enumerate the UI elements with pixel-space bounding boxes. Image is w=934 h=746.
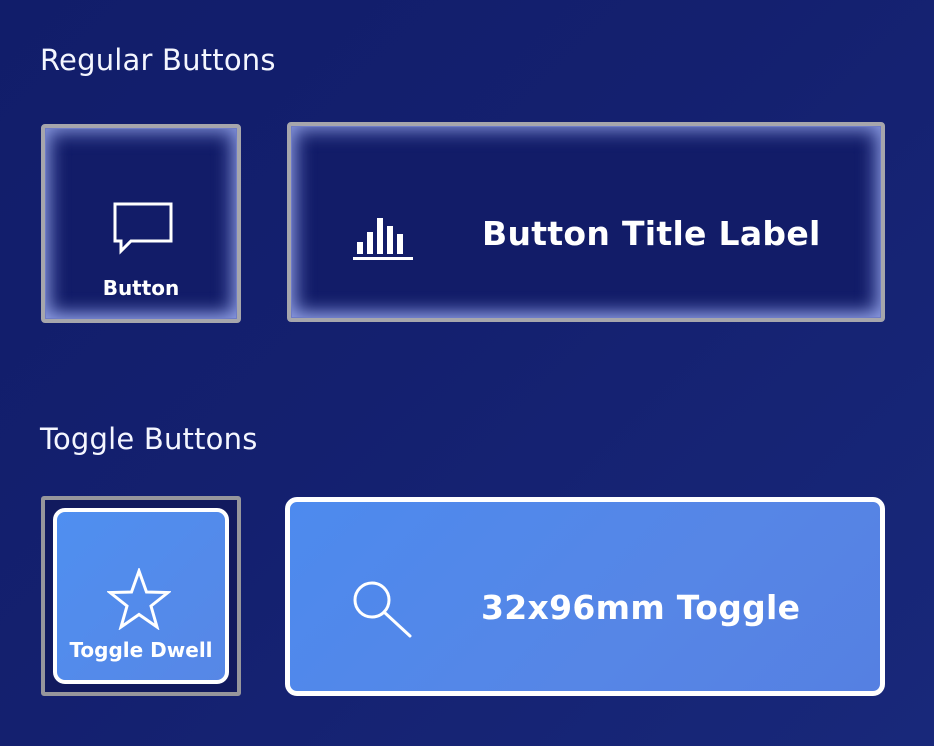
toggle-button-small-face: Toggle Dwell: [53, 508, 229, 684]
search-icon: [353, 581, 412, 638]
regular-button-small[interactable]: Button: [41, 124, 241, 323]
regular-button-wide[interactable]: Button Title Label: [287, 122, 885, 322]
regular-button-wide-label: Button Title Label: [482, 214, 821, 253]
toggle-button-wide-label: 32x96mm Toggle: [481, 588, 801, 627]
regular-buttons-heading: Regular Buttons: [40, 43, 276, 77]
star-icon: [107, 568, 171, 630]
toggle-button-small[interactable]: Toggle Dwell: [41, 496, 241, 696]
chat-bubble-icon: [113, 202, 173, 255]
toggle-buttons-heading: Toggle Buttons: [40, 422, 258, 456]
toggle-button-wide[interactable]: 32x96mm Toggle: [285, 497, 885, 696]
regular-button-small-label: Button: [102, 276, 180, 300]
toggle-button-small-label: Toggle Dwell: [69, 638, 213, 662]
bar-chart-icon: [353, 218, 413, 260]
